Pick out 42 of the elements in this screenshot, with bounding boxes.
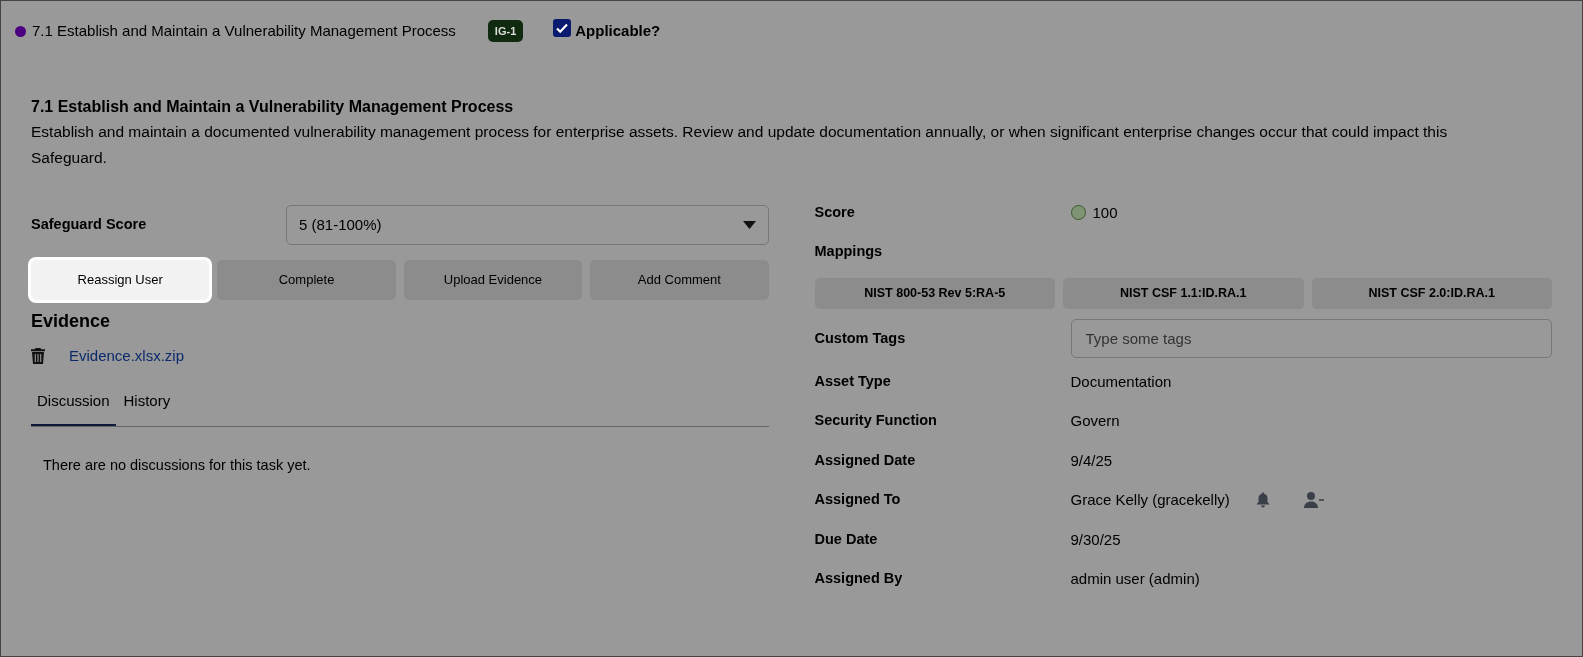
action-button[interactable]: Complete (217, 260, 396, 300)
applicable-checkbox[interactable] (553, 19, 572, 37)
file-link[interactable]: Evidence.xlsx.zip (69, 345, 185, 368)
group-badge: IG-1 (487, 19, 524, 43)
mapping-tag[interactable]: NIST 800-53 Rev 5:RA-5 (814, 278, 1055, 309)
tab[interactable]: Discussion (31, 381, 116, 426)
action-button[interactable]: Upload Evidence (403, 260, 583, 300)
action-button[interactable]: Add Comment (590, 260, 769, 300)
field-label: Asset Type (814, 371, 892, 391)
score-value: 100 (1092, 202, 1118, 223)
field-value: Govern (1070, 411, 1120, 431)
field-value: Documentation (1070, 371, 1172, 392)
description-text: Establish and maintain a documented vulnerability management process for enterprise assets. Review and update documentation annually, or when significant enterprise changes occur that could impact this Safeguard. (31, 122, 1449, 168)
field-value: 9/4/25 (1070, 450, 1113, 471)
section-heading: Evidence (31, 310, 112, 333)
field-value: 9/30/25 (1070, 529, 1121, 550)
field-label: Assigned By (814, 569, 904, 589)
field-value: admin user (admin) (1070, 569, 1200, 589)
field-value: Grace Kelly (gracekelly) (1070, 490, 1230, 510)
field-label: Security Function (814, 411, 938, 431)
field-label: Score (814, 202, 856, 222)
field-label: Assigned Date (814, 450, 917, 470)
applicable-label: Applicable? (575, 20, 661, 41)
action-button[interactable]: Reassign User (31, 260, 210, 300)
section-heading: 7.1 Establish and Maintain a Vulnerability Management Process (31, 97, 515, 117)
score-select[interactable]: 5 (81-100%) (286, 205, 769, 245)
tab[interactable]: History (117, 381, 177, 426)
field-label: Assigned To (814, 490, 902, 510)
remove-user-icon[interactable] (1303, 492, 1325, 509)
caret-icon (742, 221, 756, 229)
field-label: Custom Tags (814, 328, 907, 348)
bell-icon[interactable] (1255, 492, 1270, 509)
empty-message: There are no discussions for this task yet. (43, 456, 312, 475)
mapping-tag[interactable]: NIST CSF 1.1:ID.RA.1 (1063, 278, 1304, 309)
safeguard-title: 7.1 Establish and Maintain a Vulnerability Management Process (32, 20, 456, 41)
mapping-tag[interactable]: NIST CSF 2.0:ID.RA.1 (1311, 278, 1552, 309)
trash-icon[interactable] (31, 348, 45, 365)
select-value: 5 (81-100%) (299, 214, 382, 235)
field-label: Safeguard Score (31, 215, 148, 235)
tags-input-field[interactable]: Type some tags (1070, 319, 1552, 358)
field-label: Mappings (814, 242, 883, 262)
field-label: Due Date (814, 529, 879, 549)
